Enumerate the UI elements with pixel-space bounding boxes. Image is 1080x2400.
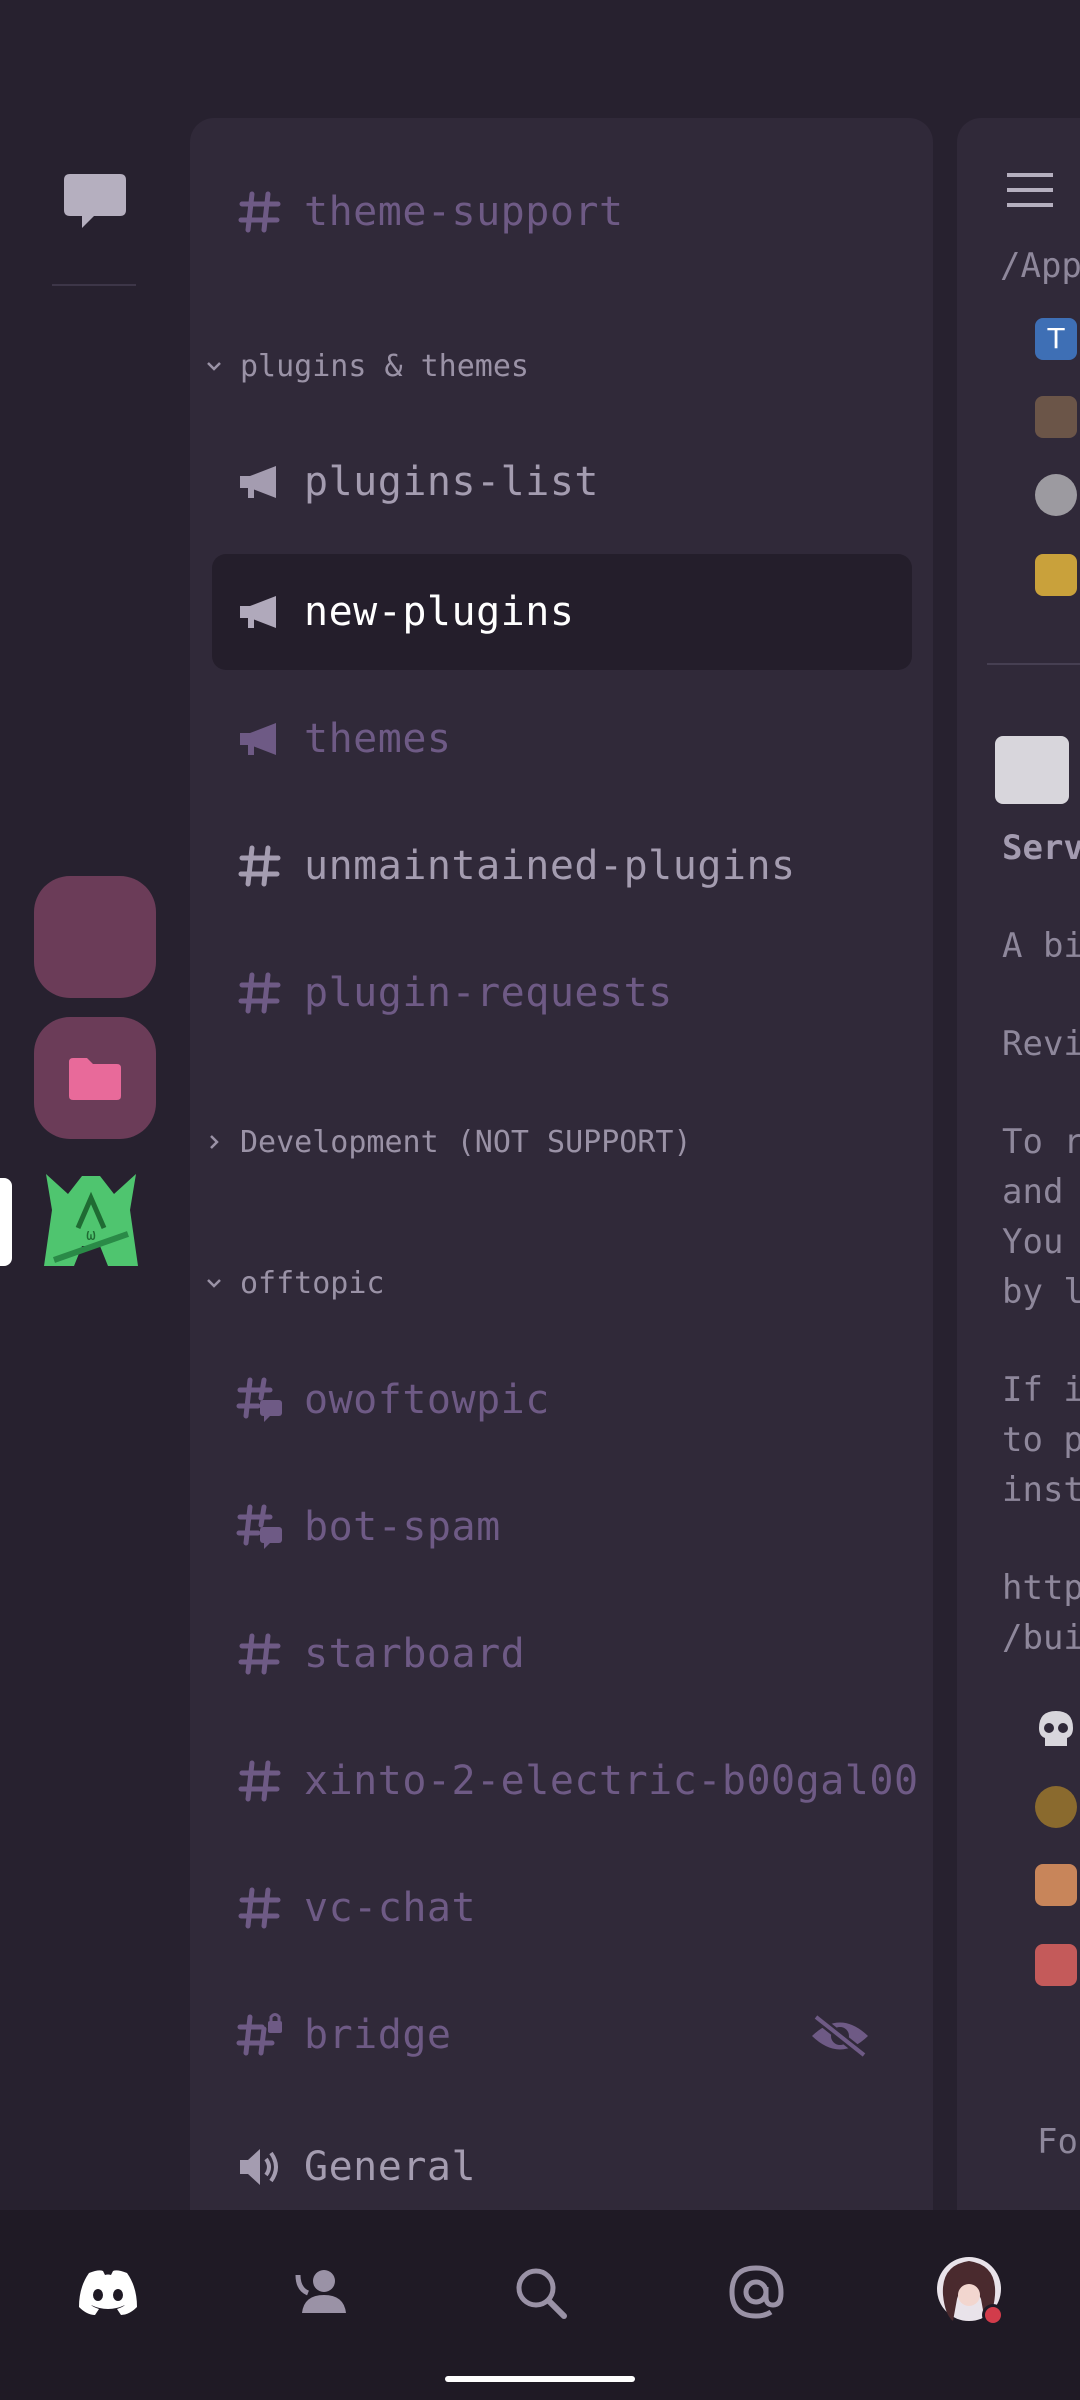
reaction-emoji-icon[interactable] [1035, 554, 1077, 596]
channel-label: themes [304, 716, 452, 762]
category-label: offtopic [240, 1265, 385, 1301]
server-folder-collapsed[interactable] [34, 876, 156, 998]
hash-icon [236, 1757, 284, 1805]
hash-icon [236, 969, 284, 1017]
home-indicator [445, 2376, 635, 2382]
reaction-emoji-icon[interactable] [1035, 1786, 1077, 1828]
reaction-skull-icon[interactable] [1035, 1708, 1077, 1750]
direct-messages-icon[interactable] [60, 170, 130, 232]
channel-list: theme-support plugins & themes plugins-l… [190, 118, 933, 2210]
folder-icon [69, 1058, 121, 1100]
mentions-icon[interactable] [716, 2252, 796, 2332]
message-text: Fo [1037, 2122, 1078, 2162]
message-text: /Appe [1000, 246, 1080, 286]
channel-theme-support[interactable]: theme-support [212, 154, 912, 270]
channel-xinto-2-electric-b00gal00[interactable]: xinto-2-electric-b00gal00 [212, 1723, 918, 1839]
search-icon[interactable] [500, 2252, 580, 2332]
rail-divider [52, 284, 136, 286]
channel-label: starboard [304, 1631, 526, 1677]
member-info-panel: /Appe T Serve A bit Revie To re and c Yo… [957, 118, 1080, 2210]
channel-label: bridge [304, 2012, 452, 2058]
channel-label: xinto-2-electric-b00gal00 [304, 1758, 919, 1804]
channel-label: owoftowpic [304, 1377, 550, 1423]
friends-icon[interactable] [284, 2252, 364, 2332]
reaction-cat-icon[interactable] [1035, 396, 1077, 438]
hash-lock-icon [236, 2011, 284, 2059]
reaction-emoji-icon[interactable] [1035, 1944, 1077, 1986]
reaction-emoji-icon[interactable] [1035, 1864, 1077, 1906]
status-dnd-icon [985, 2307, 1001, 2323]
channel-label: plugin-requests [304, 970, 673, 1016]
channel-new-plugins[interactable]: new-plugins [212, 554, 912, 670]
channel-starboard[interactable]: starboard [212, 1596, 912, 1712]
avatar[interactable] [995, 736, 1069, 804]
chevron-down-icon [202, 354, 226, 378]
channel-bridge[interactable]: bridge [212, 1977, 912, 2093]
megaphone-icon [236, 458, 284, 506]
category-plugins-themes[interactable]: plugins & themes [202, 346, 529, 386]
hash-icon [236, 188, 284, 236]
channel-label: bot-spam [304, 1504, 501, 1550]
channel-label: vc-chat [304, 1885, 477, 1931]
chevron-down-icon [202, 1271, 226, 1295]
channel-bot-spam[interactable]: bot-spam [212, 1469, 912, 1585]
message-text: If it [1002, 1370, 1080, 1410]
message-text: by lo [1002, 1272, 1080, 1312]
active-server-indicator [0, 1178, 12, 1266]
eye-slash-icon [808, 2013, 872, 2059]
channel-plugins-list[interactable]: plugins-list [212, 424, 912, 540]
channel-unmaintained-plugins[interactable]: unmaintained-plugins [212, 808, 912, 924]
channel-plugin-requests[interactable]: plugin-requests [212, 935, 912, 1051]
channel-vc-chat[interactable]: vc-chat [212, 1850, 912, 1966]
message-text: and c [1002, 1172, 1080, 1212]
speaker-icon [236, 2143, 284, 2191]
category-offtopic[interactable]: offtopic [202, 1263, 385, 1303]
channel-owoftowpic[interactable]: owoftowpic [212, 1342, 912, 1458]
hamburger-menu-icon[interactable] [1005, 172, 1055, 212]
hash-icon [236, 1630, 284, 1678]
server-folder[interactable] [34, 1017, 156, 1139]
bottom-tab-bar [0, 2210, 1080, 2400]
megaphone-icon [236, 588, 284, 636]
hash-thread-icon [236, 1503, 284, 1551]
category-label: Development (NOT SUPPORT) [240, 1124, 692, 1160]
svg-text:ω: ω [86, 1225, 96, 1244]
message-text: to pl [1002, 1420, 1080, 1460]
message-divider [987, 663, 1080, 665]
profile-avatar[interactable] [932, 2252, 1012, 2332]
message-link[interactable]: https [1002, 1568, 1080, 1608]
message-text: You c [1002, 1222, 1080, 1262]
megaphone-icon [236, 715, 284, 763]
channel-label: new-plugins [304, 589, 575, 635]
channel-label: General [304, 2144, 477, 2190]
channel-label: unmaintained-plugins [304, 843, 796, 889]
channel-label: plugins-list [304, 459, 599, 505]
message-text: A bit [1002, 926, 1080, 966]
hash-icon [236, 1884, 284, 1932]
category-label: plugins & themes [240, 348, 529, 384]
hash-thread-icon [236, 1376, 284, 1424]
chevron-right-icon [202, 1130, 226, 1154]
message-text: To re [1002, 1122, 1080, 1162]
reaction-t-icon[interactable]: T [1035, 318, 1077, 360]
message-text: instr [1002, 1470, 1080, 1510]
channel-themes[interactable]: themes [212, 681, 912, 797]
hash-icon [236, 842, 284, 890]
author-name: Serve [1002, 828, 1080, 868]
category-development[interactable]: Development (NOT SUPPORT) [202, 1122, 692, 1162]
channel-label: theme-support [304, 189, 624, 235]
reaction-face-icon[interactable] [1035, 474, 1077, 516]
server-icon[interactable]: ω [38, 1168, 144, 1274]
channel-general-voice[interactable]: General [212, 2109, 912, 2210]
message-link[interactable]: /buil [1002, 1618, 1080, 1658]
home-icon[interactable] [68, 2252, 148, 2332]
message-text: Revie [1002, 1024, 1080, 1064]
server-rail: ω [0, 0, 190, 2210]
